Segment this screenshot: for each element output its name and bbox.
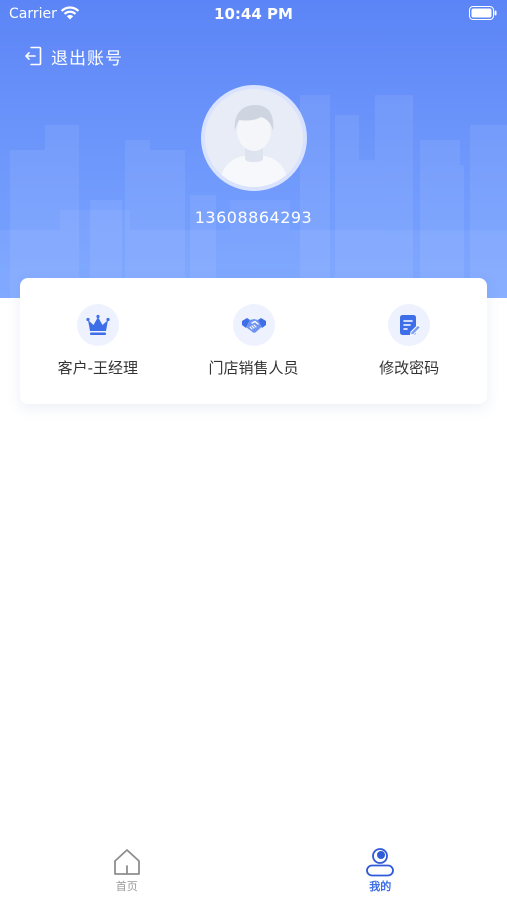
crown-icon-badge xyxy=(76,304,119,346)
logout-button[interactable]: 退出账号 xyxy=(24,45,123,69)
profile-screen: Carrier 10:44 PM 退出账号 13608864293 客户-王经理… xyxy=(0,0,507,900)
crown-icon xyxy=(86,314,110,335)
user-icon xyxy=(366,848,395,877)
bottom-tab-bar: 首页 我的 xyxy=(0,838,507,900)
menu-item-store-sales[interactable]: 门店销售人员 xyxy=(176,278,332,404)
tab-mine[interactable]: 我的 xyxy=(254,838,507,900)
battery-icon xyxy=(469,6,497,20)
handshake-icon-badge xyxy=(232,304,275,346)
edit-document-icon xyxy=(400,315,422,336)
menu-item-label: 修改密码 xyxy=(379,359,440,377)
clock-label: 10:44 PM xyxy=(214,5,293,23)
menu-item-change-password[interactable]: 修改密码 xyxy=(331,278,487,404)
status-bar: Carrier 10:44 PM xyxy=(0,0,507,28)
home-icon xyxy=(113,849,140,875)
tab-home[interactable]: 首页 xyxy=(0,838,254,900)
handshake-icon xyxy=(241,318,266,333)
phone-number: 13608864293 xyxy=(194,208,313,227)
profile-menu-card: 客户-王经理 门店销售人员 修改密码 xyxy=(20,278,487,404)
menu-item-label: 门店销售人员 xyxy=(208,359,299,377)
profile-header: Carrier 10:44 PM 退出账号 13608864293 xyxy=(0,0,507,298)
logout-label: 退出账号 xyxy=(51,48,123,69)
tab-label: 我的 xyxy=(369,880,392,893)
tab-label: 首页 xyxy=(115,880,138,893)
menu-item-label: 客户-王经理 xyxy=(57,359,139,377)
avatar[interactable] xyxy=(201,85,307,191)
logout-icon xyxy=(25,46,42,66)
menu-item-customer[interactable]: 客户-王经理 xyxy=(20,278,176,404)
default-avatar-icon xyxy=(205,89,303,187)
edit-document-icon-badge xyxy=(388,304,431,346)
